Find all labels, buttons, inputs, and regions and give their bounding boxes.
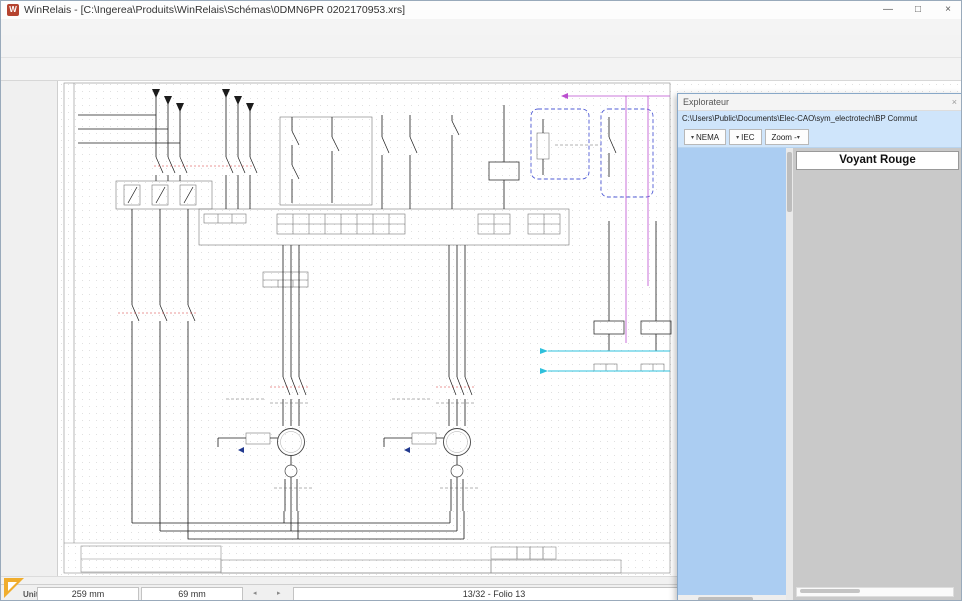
explorer-toolbar: ▾NEMA ▾IEC Zoom -▾ xyxy=(678,127,962,148)
sheet-frame xyxy=(64,83,670,573)
minimize-button[interactable]: — xyxy=(873,1,903,19)
explorer-palette: Explorateur × C:\Users\Public\Documents\… xyxy=(677,93,962,601)
folio-field: 13/32 - Folio 13 xyxy=(293,587,695,601)
window-title: WinRelais - [C:\Ingerea\Produits\WinRela… xyxy=(24,4,405,16)
nema-button[interactable]: ▾NEMA xyxy=(684,129,726,145)
draw-toolbar xyxy=(1,58,962,81)
unit-corner-fold xyxy=(8,582,17,591)
iec-button[interactable]: ▾IEC xyxy=(729,129,761,145)
symbol-sidebar xyxy=(1,81,58,576)
close-button[interactable]: × xyxy=(933,1,962,19)
maximize-button[interactable]: □ xyxy=(903,1,933,19)
explorer-title-bar[interactable]: Explorateur × xyxy=(678,94,962,111)
cursor-y-field: 69 mm xyxy=(141,587,243,601)
chevron-down-icon: ▾ xyxy=(797,134,800,141)
app-icon: W xyxy=(7,4,19,16)
motors xyxy=(278,429,471,478)
chevron-down-icon: ▾ xyxy=(691,134,694,141)
library-tree[interactable] xyxy=(678,148,786,601)
zoom-dropdown[interactable]: Zoom -▾ xyxy=(765,129,809,145)
explorer-title: Explorateur xyxy=(683,97,729,107)
window-buttons: —□× xyxy=(873,1,962,19)
explorer-path: C:\Users\Public\Documents\Elec-CAO\sym_e… xyxy=(678,111,962,127)
explorer-body: Voyant Rouge xyxy=(678,148,962,601)
wires-layer xyxy=(78,89,656,539)
title-bar: W WinRelais - [C:\Ingerea\Produits\WinRe… xyxy=(1,1,962,20)
symbol-grid-scrollbar[interactable] xyxy=(796,587,954,597)
highlight-boxes xyxy=(489,109,671,334)
menu-bar xyxy=(1,19,962,36)
symbol-preview-panel: Voyant Rouge xyxy=(793,148,962,601)
preview-title: Voyant Rouge xyxy=(796,151,959,170)
cursor-x-field: 259 mm xyxy=(37,587,139,601)
folio-next-icon[interactable]: ▸ xyxy=(277,589,281,597)
main-toolbar xyxy=(1,35,962,58)
winrelais-window: W WinRelais - [C:\Ingerea\Produits\WinRe… xyxy=(0,0,962,601)
tree-vertical-scrollbar[interactable] xyxy=(786,148,793,601)
dashed-links xyxy=(118,145,601,488)
folio-prev-icon[interactable]: ◂ xyxy=(253,589,257,597)
chevron-down-icon: ▾ xyxy=(736,134,739,141)
close-icon[interactable]: × xyxy=(952,97,957,107)
reference-wires xyxy=(540,93,670,374)
tree-horizontal-scrollbar[interactable] xyxy=(678,595,786,601)
schematic-sheet[interactable] xyxy=(58,81,677,574)
